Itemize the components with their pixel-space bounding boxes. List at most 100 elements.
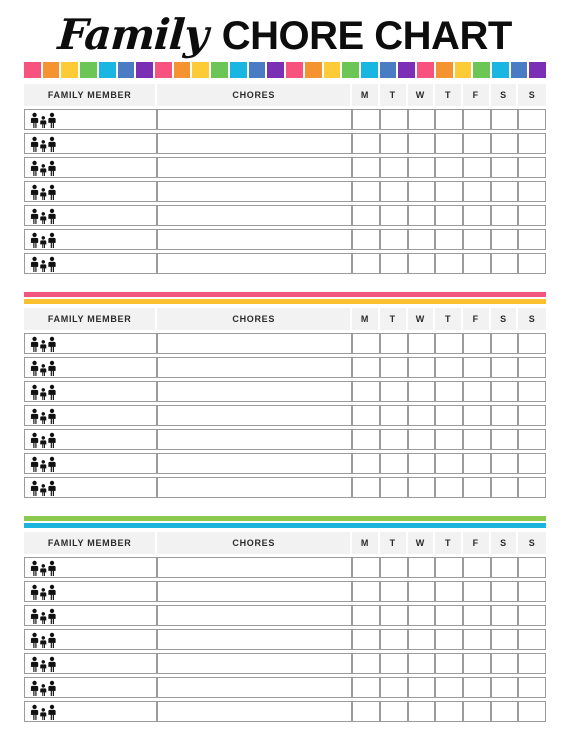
checkbox-cell-day-2[interactable] xyxy=(407,677,436,698)
family-member-cell[interactable] xyxy=(24,253,158,274)
checkbox-cell-day-6[interactable] xyxy=(518,253,546,274)
checkbox-cell-day-2[interactable] xyxy=(407,381,436,402)
checkbox-cell-day-4[interactable] xyxy=(462,429,491,450)
checkbox-cell-day-5[interactable] xyxy=(490,677,519,698)
checkbox-cell-day-4[interactable] xyxy=(462,229,491,250)
checkbox-cell-day-2[interactable] xyxy=(407,453,436,474)
checkbox-cell-day-2[interactable] xyxy=(407,405,436,426)
chores-cell[interactable] xyxy=(157,629,353,650)
checkbox-cell-day-6[interactable] xyxy=(518,229,546,250)
family-member-cell[interactable] xyxy=(24,181,158,202)
checkbox-cell-day-5[interactable] xyxy=(490,405,519,426)
chores-cell[interactable] xyxy=(157,653,353,674)
checkbox-cell-day-5[interactable] xyxy=(490,205,519,226)
checkbox-cell-day-0[interactable] xyxy=(352,557,380,578)
checkbox-cell-day-2[interactable] xyxy=(407,229,436,250)
checkbox-cell-day-3[interactable] xyxy=(435,357,463,378)
chores-cell[interactable] xyxy=(157,157,353,178)
checkbox-cell-day-5[interactable] xyxy=(490,605,519,626)
checkbox-cell-day-1[interactable] xyxy=(379,581,408,602)
checkbox-cell-day-5[interactable] xyxy=(490,181,519,202)
checkbox-cell-day-0[interactable] xyxy=(352,333,380,354)
family-member-cell[interactable] xyxy=(24,405,158,426)
family-member-cell[interactable] xyxy=(24,677,158,698)
checkbox-cell-day-0[interactable] xyxy=(352,253,380,274)
chores-cell[interactable] xyxy=(157,133,353,154)
checkbox-cell-day-5[interactable] xyxy=(490,453,519,474)
checkbox-cell-day-6[interactable] xyxy=(518,157,546,178)
checkbox-cell-day-1[interactable] xyxy=(379,453,408,474)
chores-cell[interactable] xyxy=(157,453,353,474)
family-member-cell[interactable] xyxy=(24,653,158,674)
checkbox-cell-day-2[interactable] xyxy=(407,653,436,674)
checkbox-cell-day-5[interactable] xyxy=(490,381,519,402)
checkbox-cell-day-4[interactable] xyxy=(462,181,491,202)
checkbox-cell-day-3[interactable] xyxy=(435,653,463,674)
checkbox-cell-day-1[interactable] xyxy=(379,677,408,698)
chores-cell[interactable] xyxy=(157,357,353,378)
checkbox-cell-day-4[interactable] xyxy=(462,557,491,578)
checkbox-cell-day-3[interactable] xyxy=(435,109,463,130)
checkbox-cell-day-5[interactable] xyxy=(490,557,519,578)
chores-cell[interactable] xyxy=(157,381,353,402)
chores-cell[interactable] xyxy=(157,333,353,354)
family-member-cell[interactable] xyxy=(24,109,158,130)
checkbox-cell-day-1[interactable] xyxy=(379,133,408,154)
checkbox-cell-day-6[interactable] xyxy=(518,629,546,650)
checkbox-cell-day-3[interactable] xyxy=(435,429,463,450)
checkbox-cell-day-2[interactable] xyxy=(407,253,436,274)
checkbox-cell-day-1[interactable] xyxy=(379,109,408,130)
checkbox-cell-day-4[interactable] xyxy=(462,133,491,154)
checkbox-cell-day-1[interactable] xyxy=(379,429,408,450)
checkbox-cell-day-5[interactable] xyxy=(490,333,519,354)
checkbox-cell-day-1[interactable] xyxy=(379,605,408,626)
checkbox-cell-day-1[interactable] xyxy=(379,557,408,578)
family-member-cell[interactable] xyxy=(24,133,158,154)
checkbox-cell-day-3[interactable] xyxy=(435,181,463,202)
checkbox-cell-day-4[interactable] xyxy=(462,109,491,130)
checkbox-cell-day-6[interactable] xyxy=(518,677,546,698)
checkbox-cell-day-6[interactable] xyxy=(518,357,546,378)
family-member-cell[interactable] xyxy=(24,701,158,722)
checkbox-cell-day-3[interactable] xyxy=(435,677,463,698)
family-member-cell[interactable] xyxy=(24,605,158,626)
checkbox-cell-day-0[interactable] xyxy=(352,605,380,626)
checkbox-cell-day-1[interactable] xyxy=(379,653,408,674)
chores-cell[interactable] xyxy=(157,677,353,698)
checkbox-cell-day-2[interactable] xyxy=(407,109,436,130)
checkbox-cell-day-0[interactable] xyxy=(352,629,380,650)
family-member-cell[interactable] xyxy=(24,477,158,498)
checkbox-cell-day-0[interactable] xyxy=(352,405,380,426)
checkbox-cell-day-5[interactable] xyxy=(490,429,519,450)
checkbox-cell-day-3[interactable] xyxy=(435,453,463,474)
family-member-cell[interactable] xyxy=(24,333,158,354)
checkbox-cell-day-5[interactable] xyxy=(490,229,519,250)
checkbox-cell-day-2[interactable] xyxy=(407,333,436,354)
checkbox-cell-day-0[interactable] xyxy=(352,109,380,130)
checkbox-cell-day-4[interactable] xyxy=(462,629,491,650)
checkbox-cell-day-2[interactable] xyxy=(407,133,436,154)
family-member-cell[interactable] xyxy=(24,205,158,226)
checkbox-cell-day-3[interactable] xyxy=(435,205,463,226)
checkbox-cell-day-6[interactable] xyxy=(518,181,546,202)
checkbox-cell-day-2[interactable] xyxy=(407,581,436,602)
checkbox-cell-day-1[interactable] xyxy=(379,205,408,226)
checkbox-cell-day-0[interactable] xyxy=(352,653,380,674)
chores-cell[interactable] xyxy=(157,109,353,130)
checkbox-cell-day-4[interactable] xyxy=(462,701,491,722)
checkbox-cell-day-0[interactable] xyxy=(352,181,380,202)
checkbox-cell-day-6[interactable] xyxy=(518,333,546,354)
checkbox-cell-day-1[interactable] xyxy=(379,333,408,354)
checkbox-cell-day-5[interactable] xyxy=(490,581,519,602)
checkbox-cell-day-3[interactable] xyxy=(435,477,463,498)
checkbox-cell-day-5[interactable] xyxy=(490,133,519,154)
checkbox-cell-day-5[interactable] xyxy=(490,109,519,130)
checkbox-cell-day-2[interactable] xyxy=(407,205,436,226)
checkbox-cell-day-2[interactable] xyxy=(407,477,436,498)
checkbox-cell-day-2[interactable] xyxy=(407,701,436,722)
checkbox-cell-day-4[interactable] xyxy=(462,333,491,354)
checkbox-cell-day-6[interactable] xyxy=(518,381,546,402)
chores-cell[interactable] xyxy=(157,181,353,202)
checkbox-cell-day-0[interactable] xyxy=(352,157,380,178)
checkbox-cell-day-3[interactable] xyxy=(435,629,463,650)
